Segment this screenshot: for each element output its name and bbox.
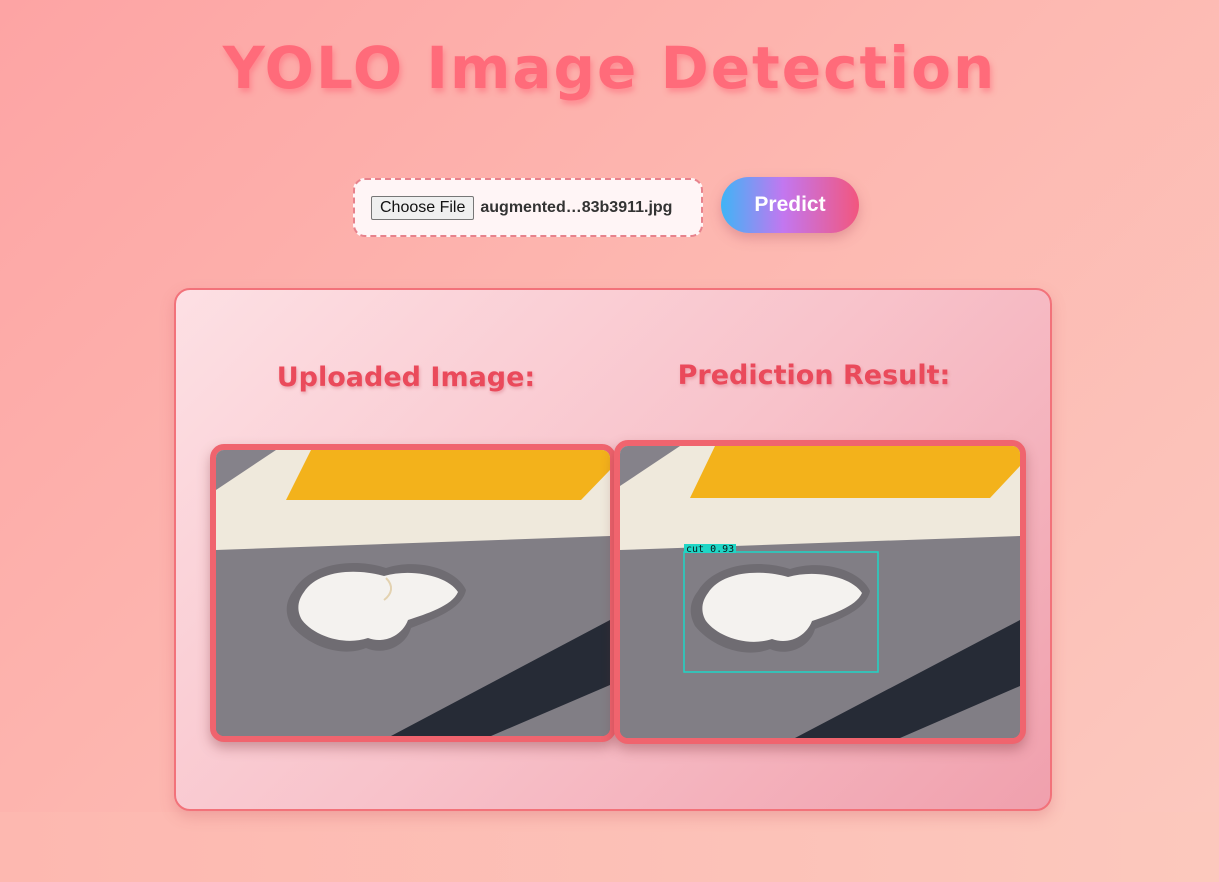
- file-upload-box[interactable]: Choose File augmented…83b3911.jpg: [353, 178, 703, 237]
- uploaded-image: [210, 444, 616, 742]
- fabric-photo: [216, 450, 610, 736]
- prediction-image: cut 0.93: [614, 440, 1026, 744]
- prediction-result-title: Prediction Result:: [677, 360, 951, 391]
- fabric-photo-annotated: cut 0.93: [620, 446, 1020, 738]
- predict-button[interactable]: Predict: [721, 177, 859, 233]
- uploaded-image-title: Uploaded Image:: [276, 362, 536, 393]
- selected-file-name: augmented…83b3911.jpg: [480, 198, 673, 216]
- page-title: YOLO Image Detection: [222, 34, 997, 102]
- choose-file-button[interactable]: Choose File: [371, 195, 475, 220]
- result-card: Uploaded Image: Prediction Result: cut 0…: [174, 288, 1052, 811]
- detection-label: cut 0.93: [686, 544, 734, 555]
- page-footer-band: [0, 812, 1219, 882]
